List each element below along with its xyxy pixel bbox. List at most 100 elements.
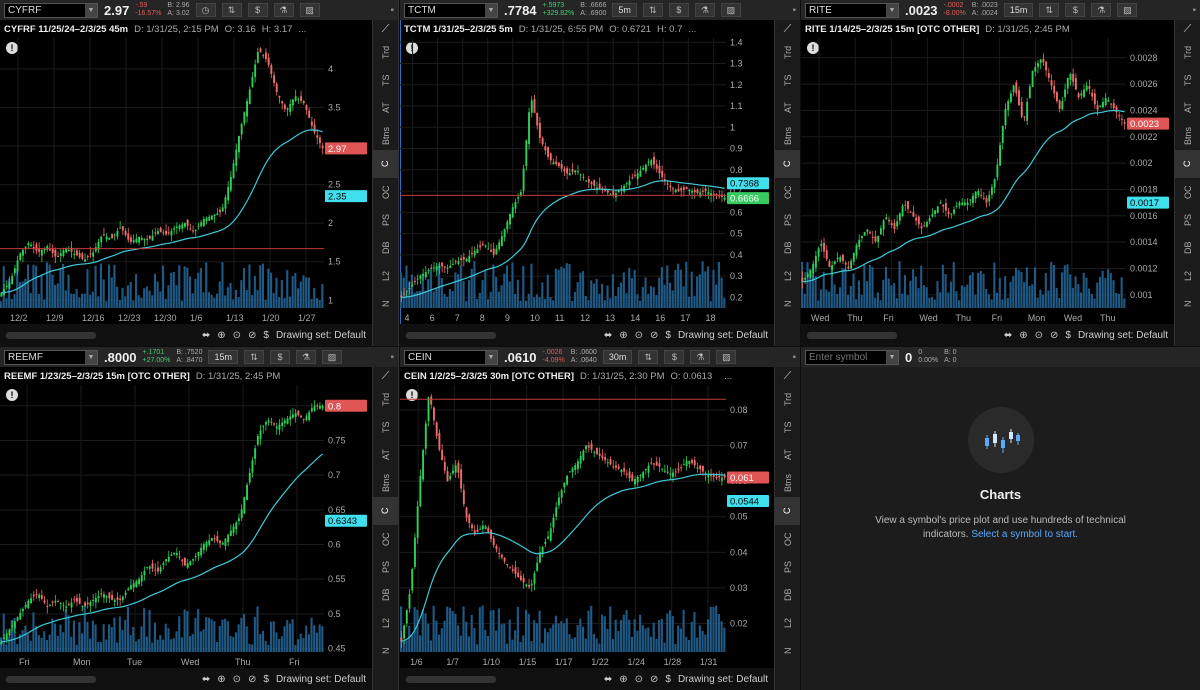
pan-icon[interactable]: ⬌ [604,330,612,341]
chart-pane-rite[interactable]: RITE ▼ .0023 -.0002 -8.00% B: .0023 A: .002… [801,0,1200,346]
side-tab-db[interactable]: DB [1176,234,1200,262]
crosshair-icon[interactable]: ⊕ [217,674,225,685]
crosshair-icon[interactable]: ⊕ [217,330,225,341]
timeframe-button[interactable]: 15m [208,350,238,364]
side-tab-ts[interactable]: TS [374,413,398,441]
zoom-icon[interactable]: ⊙ [635,330,643,341]
side-tab-at[interactable]: AT [776,94,800,122]
chevron-down-icon[interactable]: ▼ [85,3,97,17]
drawing-set-label[interactable]: Drawing set: Default [1078,330,1168,341]
dollar-icon[interactable]: $ [668,3,689,17]
chevron-down-icon[interactable]: ▼ [886,350,898,364]
pan-icon[interactable]: ⬌ [202,330,210,341]
reset-icon[interactable]: ⊘ [248,674,256,685]
style-icon[interactable]: ⇅ [221,3,242,17]
crosshair-icon[interactable]: ⊕ [619,674,627,685]
dollar-icon[interactable]: $ [1065,3,1086,17]
patterns-icon[interactable]: ▨ [720,3,741,17]
side-tab-l2[interactable]: L2 [374,262,398,290]
symbol-input[interactable]: CYFRF ▼ [4,2,98,18]
side-tab-l2[interactable]: L2 [374,609,398,637]
select-symbol-link[interactable]: Select a symbol to start. [971,529,1078,540]
scrollbar[interactable] [807,331,897,339]
price-chart[interactable]: 0.0028 0.0026 0.0024 0.0022 0.002 0.0018 0.001… [801,38,1174,324]
dollar-icon[interactable]: $ [665,330,671,341]
chart-svg[interactable]: 43.532.521.5112/212/912/1612/2312/301/61… [0,38,372,324]
side-tab-n[interactable]: N [776,290,800,318]
studies-icon[interactable]: ⚗ [694,3,715,17]
reset-icon[interactable]: ⊘ [650,674,658,685]
drawing-set-label[interactable]: Drawing set: Default [678,674,768,685]
dollar-icon[interactable]: $ [247,3,268,17]
symbol-input[interactable]: CEIN ▼ [404,349,498,365]
side-tab-n[interactable]: N [374,290,398,318]
side-tab-n[interactable]: N [776,637,800,665]
scrollbar[interactable] [406,675,496,683]
patterns-icon[interactable]: ▨ [716,350,737,364]
side-tab-trd[interactable]: Trd [776,385,800,413]
pan-icon[interactable]: ⬌ [604,674,612,685]
patterns-icon[interactable]: ▨ [299,3,320,17]
studies-icon[interactable]: ⚗ [690,350,711,364]
side-tab-l2[interactable]: L2 [1176,262,1200,290]
dollar-icon[interactable]: $ [263,330,269,341]
chart-pane-reemf[interactable]: REEMF ▼ .8000 +.1701 +27.00% B: .7520 A: .8… [0,347,399,690]
side-tab-oc[interactable]: OC [776,525,800,553]
zoom-icon[interactable]: ⊙ [233,674,241,685]
side-tab-ps[interactable]: PS [374,206,398,234]
symbol-input[interactable]: RITE ▼ [805,2,899,18]
reset-icon[interactable]: ⊘ [650,330,658,341]
symbol-input[interactable]: REEMF ▼ [4,349,98,365]
clock-icon[interactable]: ◷ [195,3,216,17]
chevron-down-icon[interactable]: ▼ [886,3,898,17]
style-icon[interactable]: ⇅ [638,350,659,364]
chevron-down-icon[interactable]: ▼ [485,3,497,17]
side-tab-trd[interactable]: Trd [374,385,398,413]
patterns-icon[interactable]: ▨ [1117,3,1138,17]
style-icon[interactable]: ⇅ [642,3,663,17]
close-icon[interactable]: ▪ [792,352,796,363]
side-tab-btns[interactable]: Btns [1176,122,1200,150]
studies-icon[interactable]: ⚗ [1091,3,1112,17]
side-tab-trd[interactable]: Trd [1176,38,1200,66]
drawing-set-label[interactable]: Drawing set: Default [276,674,366,685]
dollar-icon[interactable]: $ [665,674,671,685]
side-tab-ts[interactable]: TS [776,66,800,94]
chart-svg[interactable]: 0.0028 0.0026 0.0024 0.0022 0.002 0.0018 0.001… [801,38,1174,324]
dollar-icon[interactable]: $ [1065,330,1071,341]
close-icon[interactable]: ▪ [390,352,394,363]
style-icon[interactable]: ⇅ [1039,3,1060,17]
side-tab-c[interactable]: C [774,497,800,525]
studies-icon[interactable]: ⚗ [295,350,316,364]
side-tab-db[interactable]: DB [776,234,800,262]
draw-icon[interactable]: ⟋ [784,20,792,38]
chart-pane-cein[interactable]: CEIN ▼ .0610 -.0026 -4.09% B: .0600 A: .064… [400,347,800,690]
side-tab-l2[interactable]: L2 [776,262,800,290]
symbol-input[interactable]: Enter symbol ▼ [805,349,899,365]
side-tab-at[interactable]: AT [374,441,398,469]
side-tab-at[interactable]: AT [374,94,398,122]
side-tab-c[interactable]: C [1174,150,1200,178]
patterns-icon[interactable]: ▨ [321,350,342,364]
side-tab-c[interactable]: C [372,150,398,178]
close-icon[interactable]: ▪ [390,5,394,16]
side-tab-trd[interactable]: Trd [776,38,800,66]
zoom-icon[interactable]: ⊙ [1035,330,1043,341]
price-chart[interactable]: 0.080.070.060.050.040.030.021/61/71/101/… [400,385,774,668]
chevron-down-icon[interactable]: ▼ [85,350,97,364]
pan-icon[interactable]: ⬌ [1004,330,1012,341]
side-tab-c[interactable]: C [774,150,800,178]
dollar-icon[interactable]: $ [263,674,269,685]
price-chart[interactable]: 0.8 0.75 0.7 0.65 0.6 0.55 0.5 0.45 Fri Mon Tue Wed… [0,385,372,668]
reset-icon[interactable]: ⊘ [1050,330,1058,341]
empty-chart-pane[interactable]: Enter symbol ▼ 0 0 0.00% B: 0 A: 0 Charts V… [801,347,1200,690]
side-tab-db[interactable]: DB [374,581,398,609]
side-tab-btns[interactable]: Btns [374,469,398,497]
drawing-set-label[interactable]: Drawing set: Default [276,330,366,341]
side-tab-ps[interactable]: PS [1176,206,1200,234]
chart-svg[interactable]: 0.080.070.060.050.040.030.021/61/71/101/… [400,385,774,668]
draw-icon[interactable]: ⟋ [382,20,390,38]
scrollbar[interactable] [406,331,496,339]
side-tab-oc[interactable]: OC [776,178,800,206]
symbol-input[interactable]: TCTM ▼ [404,2,498,18]
